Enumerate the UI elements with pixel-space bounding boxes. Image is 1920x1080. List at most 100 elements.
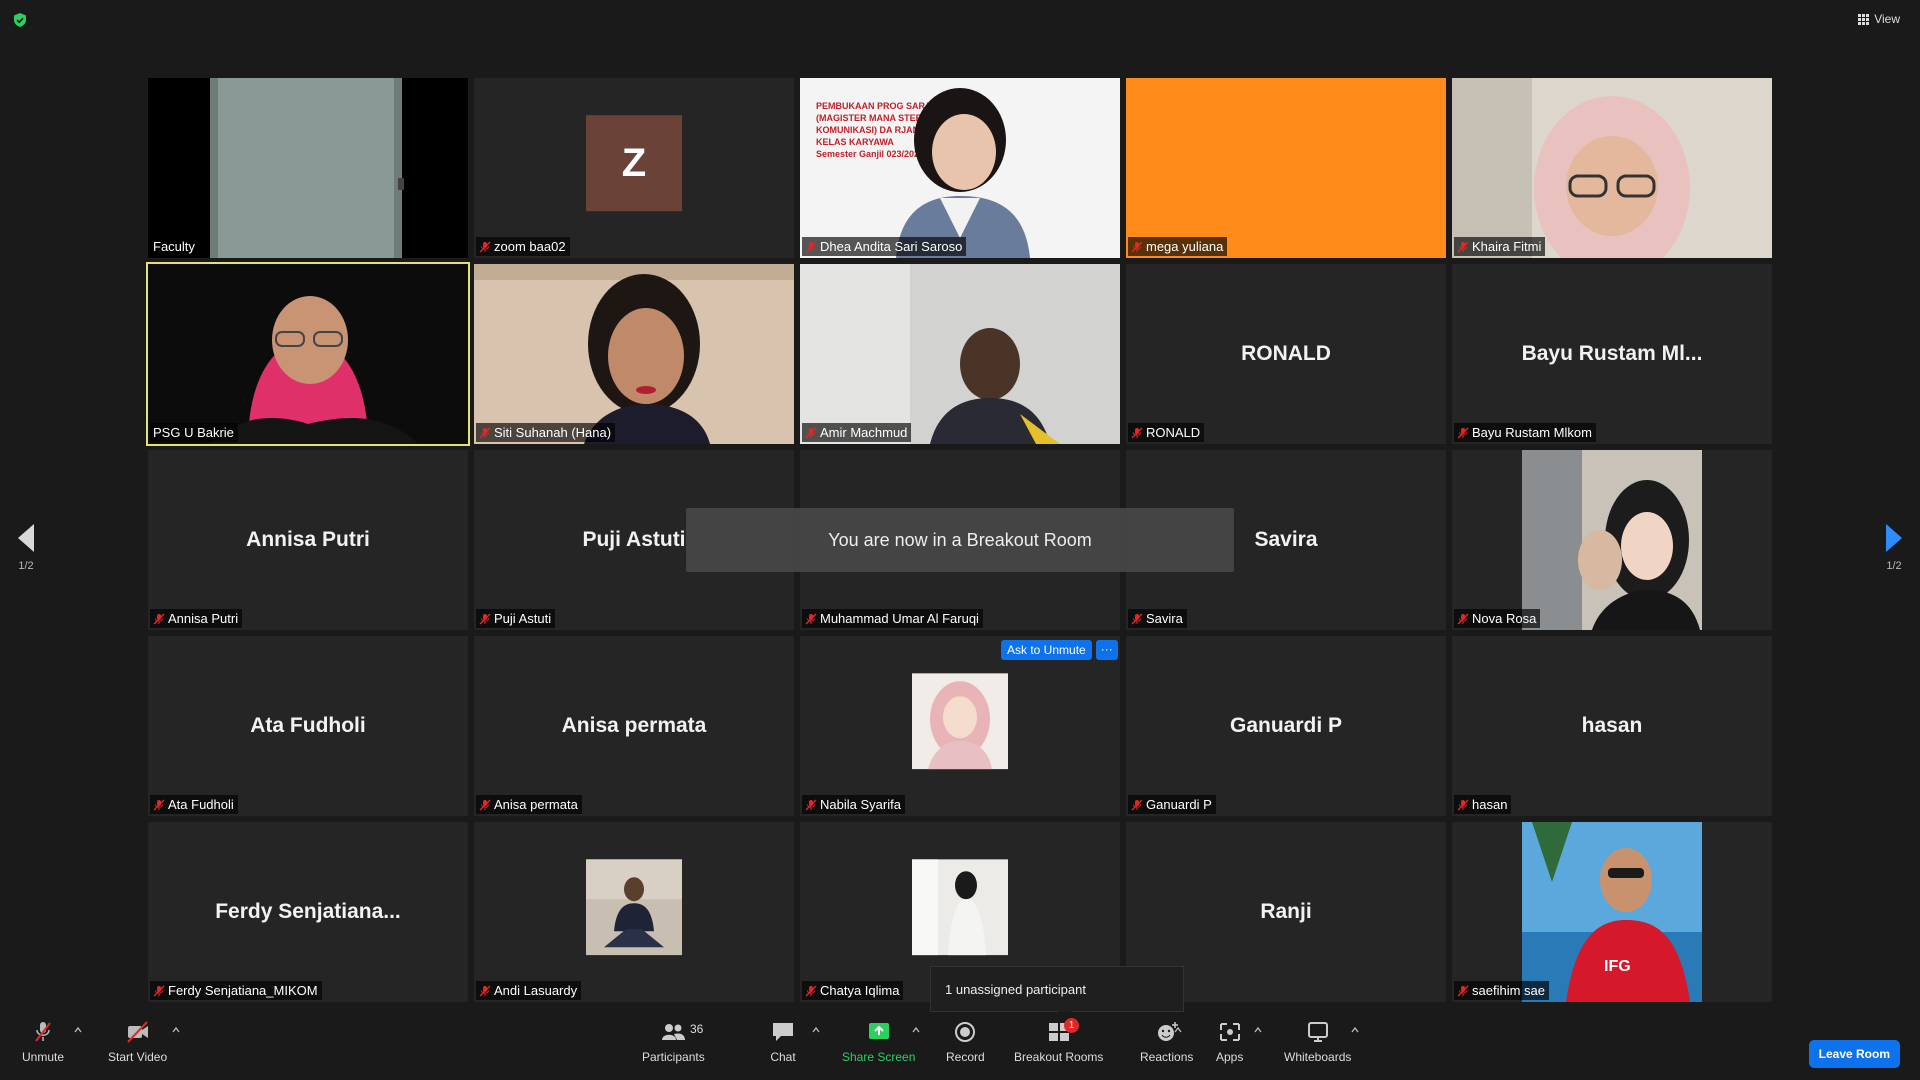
profile-picture bbox=[1522, 450, 1702, 630]
leave-room-button[interactable]: Leave Room bbox=[1808, 1040, 1900, 1068]
reactions-button[interactable]: Reactions bbox=[1140, 1020, 1193, 1064]
participant-tile[interactable]: Khaira Fitmi bbox=[1452, 78, 1772, 258]
name-label: hasan bbox=[1454, 795, 1512, 814]
participants-count: 36 bbox=[690, 1022, 704, 1036]
participant-tile[interactable]: Annisa Putri Annisa Putri bbox=[148, 450, 468, 630]
mic-muted-icon bbox=[805, 241, 817, 252]
chevron-up-icon[interactable] bbox=[1254, 1026, 1262, 1034]
name-label: Amir Machmud bbox=[802, 423, 912, 442]
chevron-up-icon[interactable] bbox=[1351, 1026, 1359, 1034]
breakout-room-notification: You are now in a Breakout Room bbox=[686, 508, 1234, 572]
arrow-left-icon bbox=[18, 524, 34, 552]
view-button[interactable]: View bbox=[1858, 12, 1900, 26]
mic-muted-icon bbox=[479, 985, 491, 996]
name-label: Andi Lasuardy bbox=[476, 981, 582, 1000]
video-feed bbox=[210, 78, 404, 258]
profile-picture bbox=[586, 859, 682, 956]
person-silhouette bbox=[896, 88, 1030, 258]
participant-tile[interactable]: Bayu Rustam Ml... Bayu Rustam Mlkom bbox=[1452, 264, 1772, 444]
name-label: zoom baa02 bbox=[476, 237, 570, 256]
mic-muted-icon bbox=[479, 427, 491, 438]
profile-picture bbox=[912, 673, 1008, 770]
video-feed: PEMBUKAAN PROG SARJANA (MAGISTER MANA ST… bbox=[800, 78, 1120, 258]
participant-tile[interactable]: Amir Machmud bbox=[800, 264, 1120, 444]
participant-display-name: Ferdy Senjatiana... bbox=[215, 900, 401, 923]
apps-icon bbox=[1219, 1023, 1240, 1041]
participant-tile[interactable]: Anisa permata Anisa permata bbox=[474, 636, 794, 816]
participant-display-name: Ata Fudholi bbox=[250, 714, 366, 737]
video-feed bbox=[148, 264, 468, 444]
name-label: Muhammad Umar Al Faruqi bbox=[802, 609, 983, 628]
name-label: Annisa Putri bbox=[150, 609, 243, 628]
start-video-button[interactable]: Start Video bbox=[108, 1020, 167, 1064]
record-icon bbox=[955, 1022, 976, 1042]
apps-button[interactable]: Apps bbox=[1216, 1020, 1243, 1064]
participant-tile[interactable]: Ferdy Senjatiana... Ferdy Senjatiana_MIK… bbox=[148, 822, 468, 1002]
unmute-button[interactable]: Unmute bbox=[22, 1020, 64, 1064]
participant-tile[interactable]: Nabila Syarifa bbox=[800, 636, 1120, 816]
name-label: Nova Rosa bbox=[1454, 609, 1541, 628]
mic-muted-icon bbox=[805, 985, 817, 996]
participant-tile[interactable]: Ata Fudholi Ata Fudholi bbox=[148, 636, 468, 816]
mic-muted-icon bbox=[805, 427, 817, 438]
next-page-button[interactable]: 1/2 bbox=[1886, 524, 1902, 572]
participant-display-name: hasan bbox=[1581, 714, 1643, 737]
chevron-up-icon[interactable] bbox=[912, 1026, 920, 1034]
participant-tile[interactable]: Nova Rosa bbox=[1452, 450, 1772, 630]
chevron-up-icon[interactable] bbox=[1174, 1026, 1182, 1034]
meeting-toolbar: Unmute Start Video Participants 36 Chat … bbox=[0, 1012, 1920, 1080]
previous-page-button[interactable]: 1/2 bbox=[18, 524, 34, 572]
security-shield-icon[interactable] bbox=[12, 12, 28, 28]
whiteboards-button[interactable]: Whiteboards bbox=[1284, 1020, 1351, 1064]
chat-bubble-icon bbox=[773, 1023, 793, 1041]
participant-tile[interactable]: hasan hasan bbox=[1452, 636, 1772, 816]
name-label: PSG U Bakrie bbox=[150, 423, 238, 442]
chevron-up-icon[interactable] bbox=[74, 1026, 82, 1034]
share-screen-button[interactable]: Share Screen bbox=[842, 1020, 915, 1064]
participant-tile[interactable]: Faculty bbox=[148, 78, 468, 258]
mic-muted-icon bbox=[805, 613, 817, 624]
name-label: mega yuliana bbox=[1128, 237, 1228, 256]
record-button[interactable]: Record bbox=[946, 1020, 985, 1064]
participant-tile[interactable]: IFG saefihim sae bbox=[1452, 822, 1772, 1002]
participant-display-name: Annisa Putri bbox=[246, 528, 370, 551]
share-screen-icon bbox=[868, 1023, 889, 1039]
whiteboard-icon bbox=[1307, 1022, 1328, 1042]
participant-display-name: Ganuardi P bbox=[1229, 714, 1343, 737]
participant-tile[interactable]: RONALD RONALD bbox=[1126, 264, 1446, 444]
grid-view-icon bbox=[1858, 13, 1870, 25]
mic-muted-icon bbox=[1457, 985, 1469, 996]
participant-tile[interactable]: PEMBUKAAN PROG SARJANA (MAGISTER MANA ST… bbox=[800, 78, 1120, 258]
participant-display-name: Bayu Rustam Ml... bbox=[1521, 342, 1703, 365]
page-indicator-left: 1/2 bbox=[18, 560, 34, 572]
mic-muted-icon bbox=[1457, 427, 1469, 438]
participant-tile[interactable]: Andi Lasuardy bbox=[474, 822, 794, 1002]
participant-tile[interactable]: Ganuardi P Ganuardi P bbox=[1126, 636, 1446, 816]
mic-muted-icon bbox=[1131, 613, 1143, 624]
name-label: Nabila Syarifa bbox=[802, 795, 905, 814]
participant-tile[interactable]: mega yuliana bbox=[1126, 78, 1446, 258]
participant-tile[interactable]: Siti Suhanah (Hana) bbox=[474, 264, 794, 444]
mic-muted-icon bbox=[153, 613, 165, 624]
notification-badge: 1 bbox=[1064, 1018, 1079, 1033]
chevron-up-icon[interactable] bbox=[812, 1026, 820, 1034]
name-label: Puji Astuti bbox=[476, 609, 556, 628]
video-camera-muted-icon bbox=[126, 1021, 148, 1043]
microphone-muted-icon bbox=[35, 1022, 51, 1042]
name-label: Ganuardi P bbox=[1128, 795, 1216, 814]
video-feed bbox=[474, 264, 794, 444]
shirt-logo: IFG bbox=[1604, 958, 1631, 975]
avatar: Z bbox=[586, 115, 682, 212]
arrow-right-icon bbox=[1886, 524, 1902, 552]
chevron-up-icon[interactable] bbox=[172, 1026, 180, 1034]
breakout-rooms-button[interactable]: Breakout Rooms bbox=[1014, 1020, 1103, 1064]
chat-button[interactable]: Chat bbox=[770, 1020, 796, 1064]
participant-tile[interactable]: Z zoom baa02 bbox=[474, 78, 794, 258]
name-label: Anisa permata bbox=[476, 795, 582, 814]
name-label: saefihim sae bbox=[1454, 981, 1549, 1000]
ask-to-unmute-button[interactable]: Ask to Unmute bbox=[1001, 640, 1092, 660]
participant-tile-active-speaker[interactable]: PSG U Bakrie bbox=[146, 262, 470, 446]
participant-display-name: Anisa permata bbox=[561, 714, 707, 737]
more-options-button[interactable]: ··· bbox=[1095, 640, 1118, 660]
video-feed bbox=[800, 264, 1120, 444]
